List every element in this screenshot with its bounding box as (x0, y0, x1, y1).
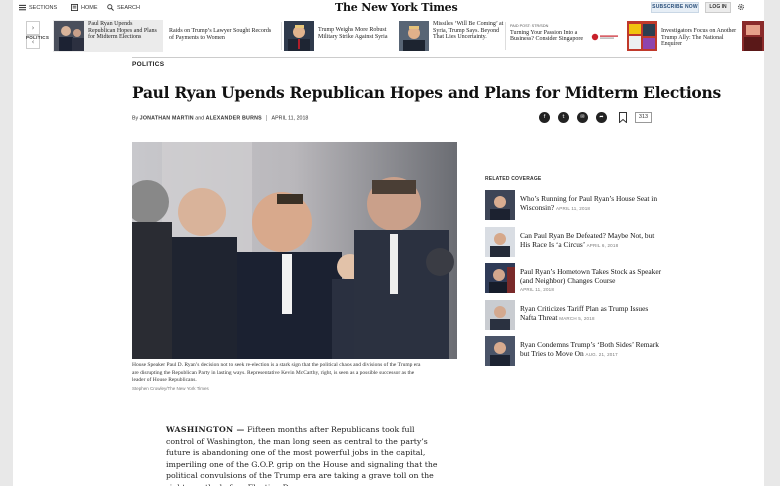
bookmark-icon[interactable] (619, 112, 627, 123)
ribbon-title: Investigators Focus on Another Trump All… (661, 28, 737, 47)
related-thumbnail (485, 336, 515, 366)
lead-photo[interactable] (132, 142, 457, 359)
byline: By JONATHAN MARTIN and ALEXANDER BURNS A… (132, 115, 308, 121)
ribbon-section-tag: POLITICS (26, 35, 50, 40)
home-label: HOME (81, 4, 98, 11)
sponsor-logo (591, 33, 618, 41)
ribbon-title: Missiles ‘Will Be Coming’ at Syria, Trum… (433, 21, 504, 40)
story-ribbon: › ‹ Paul Ryan Upends Republican Hopes an… (13, 18, 764, 54)
related-title-block: Ryan Condemns Trump’s ‘Both Sides’ Remar… (520, 340, 665, 359)
related-title-block: Who’s Running for Paul Ryan’s House Seat… (520, 194, 665, 213)
ribbon-title: Raids on Trump’s Lawyer Sought Records o… (169, 28, 272, 41)
ribbon-item-1[interactable]: Raids on Trump’s Lawyer Sought Records o… (166, 20, 280, 52)
related-thumbnail (485, 300, 515, 330)
menu-icon (19, 4, 26, 11)
ribbon-thumbnail (399, 21, 429, 51)
photo-caption: House Speaker Paul D. Ryan’s decision no… (132, 362, 422, 392)
article-date: APRIL 11, 2018 (271, 115, 309, 122)
facebook-icon: f (543, 114, 546, 120)
home-button[interactable]: HOME (71, 4, 98, 11)
nyt-logo[interactable]: The New York Times (335, 1, 458, 14)
home-icon (71, 4, 78, 11)
paid-post-text: PAID POST: STR/SDN Turning Your Passion … (510, 23, 590, 43)
author-link[interactable]: ALEXANDER BURNS (206, 115, 262, 121)
ribbon-item-5[interactable]: Investigators Focus on Another Trump All… (626, 20, 741, 52)
article-body: WASHINGTON — Fifteen months after Republ… (166, 424, 441, 486)
ribbon-item-2[interactable]: Trump Weighs More Robust Military Strike… (284, 20, 396, 52)
related-date: MARCH 5, 2018 (559, 315, 595, 321)
byline-divider (266, 115, 268, 121)
share-twitter-button[interactable]: t (558, 112, 569, 123)
share-email-button[interactable]: ✉ (577, 112, 588, 123)
chevron-right-icon: › (31, 24, 35, 32)
photo-credit: Stephen Crowley/The New York Times (132, 385, 209, 391)
search-button[interactable]: SEARCH (107, 4, 140, 11)
related-thumbnail (485, 190, 515, 220)
sections-label: SECTIONS (29, 4, 58, 11)
gear-icon[interactable] (737, 3, 745, 11)
related-thumbnail (485, 227, 515, 257)
byline-prefix: By (132, 115, 139, 122)
ribbon-item-paid-post[interactable]: PAID POST: STR/SDN Turning Your Passion … (508, 20, 622, 52)
related-date: APRIL 11, 2018 (520, 287, 555, 293)
section-label[interactable]: POLITICS (132, 61, 164, 68)
email-icon: ✉ (580, 114, 585, 120)
related-thumbnail (485, 263, 515, 293)
comments-button[interactable]: 313 (635, 112, 652, 123)
related-title: Paul Ryan’s Hometown Takes Stock as Spea… (520, 267, 662, 285)
related-date: AUG. 21, 2017 (585, 351, 618, 357)
related-coverage-heading: RELATED COVERAGE (485, 176, 542, 182)
comment-count: 313 (638, 114, 649, 120)
subscribe-button[interactable]: SUBSCRIBE NOW (651, 2, 699, 13)
twitter-icon: t (562, 114, 565, 120)
related-date: APRIL 11, 2018 (556, 205, 591, 211)
ribbon-thumbnail (742, 21, 764, 51)
ribbon-thumbnail (627, 21, 657, 51)
sections-button[interactable]: SECTIONS (19, 4, 57, 11)
ribbon-title: Trump Weighs More Robust Military Strike… (318, 27, 388, 40)
related-title-block: Ryan Criticizes Tariff Plan as Trump Iss… (520, 304, 665, 323)
ribbon-next-button[interactable]: › (26, 21, 40, 35)
author-link[interactable]: JONATHAN MARTIN (140, 115, 194, 121)
section-divider (132, 57, 652, 58)
related-title-block: Paul Ryan’s Hometown Takes Stock as Spea… (520, 267, 665, 295)
related-date: APRIL 6, 2018 (586, 242, 619, 248)
ribbon-item-3[interactable]: Missiles ‘Will Be Coming’ at Syria, Trum… (399, 20, 503, 52)
caption-text: House Speaker Paul D. Ryan’s decision no… (132, 362, 421, 384)
search-label: SEARCH (117, 4, 140, 11)
ribbon-title: Turning Your Passion Into a Business? Co… (510, 29, 583, 43)
share-facebook-button[interactable]: f (539, 112, 550, 123)
ribbon-title: Paul Ryan Upends Republican Hopes and Pl… (88, 21, 157, 40)
search-icon (107, 4, 114, 11)
share-icon: ➦ (599, 114, 604, 120)
login-button[interactable]: LOG IN (705, 2, 731, 13)
top-bar: SECTIONS HOME SEARCH The New York Times … (13, 0, 764, 18)
ribbon-thumbnail (284, 21, 314, 51)
article-headline: Paul Ryan Upends Republican Hopes and Pl… (132, 83, 721, 102)
byline-and: and (195, 115, 205, 122)
ribbon-item-0[interactable]: Paul Ryan Upends Republican Hopes and Pl… (53, 20, 163, 52)
ribbon-divider (281, 22, 282, 50)
page: SECTIONS HOME SEARCH The New York Times … (13, 0, 764, 486)
ribbon-thumbnail (54, 21, 84, 51)
related-title-block: Can Paul Ryan Be Defeated? Maybe Not, bu… (520, 231, 665, 250)
dateline: WASHINGTON — (166, 425, 245, 434)
share-more-button[interactable]: ➦ (596, 112, 607, 123)
ribbon-divider (505, 22, 506, 50)
body-paragraph: Fifteen months after Republicans took fu… (166, 425, 438, 486)
